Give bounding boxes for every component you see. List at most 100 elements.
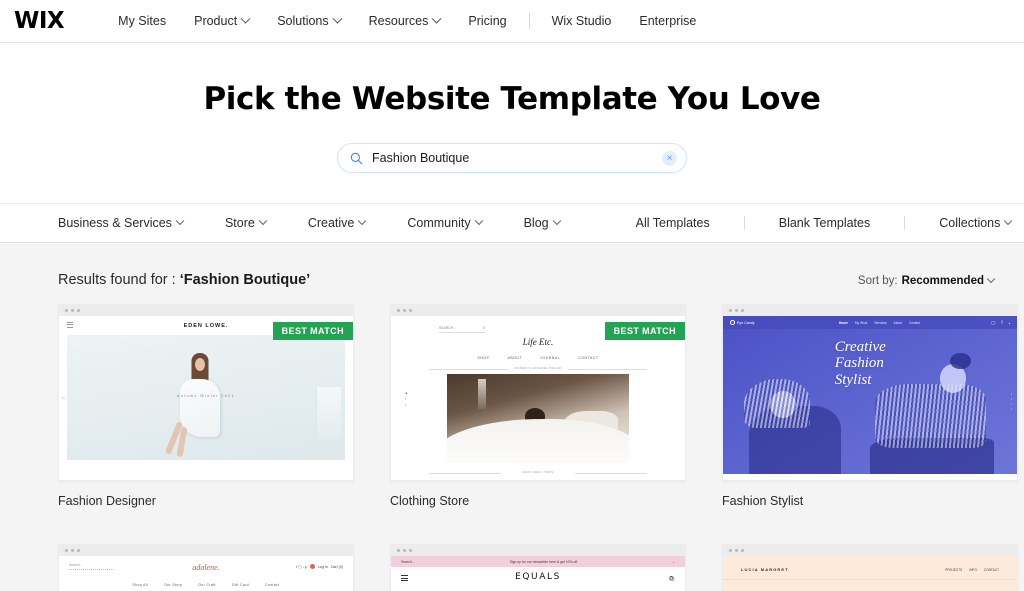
template-thumbnail[interactable]: BEST MATCH EDEN LOWE. Subscribe ◉	[58, 304, 354, 481]
preview-nav-item: Gift Card	[231, 583, 249, 587]
chrome-dot	[729, 549, 732, 552]
browser-chrome-bar	[723, 305, 1017, 316]
template-card-lucia-margret[interactable]: LUCIA MARGRET PROJECTS INFO CONTACT I'm …	[722, 544, 1018, 591]
template-preview: Search... Sign up for our newsletter her…	[391, 556, 685, 591]
nav-item-label: Pricing	[468, 14, 507, 28]
search-icon: ⚲	[482, 326, 485, 330]
template-thumbnail[interactable]: Search... adalene. f ▢ 𝅗 p Log In Cart (…	[58, 544, 354, 591]
browser-chrome-bar	[723, 545, 1017, 556]
preview-brand: LUCIA MARGRET	[741, 567, 789, 572]
results-query: ‘Fashion Boutique’	[179, 272, 311, 288]
nav-item-solutions[interactable]: Solutions	[263, 13, 354, 28]
sort-by-dropdown[interactable]: Sort by: Recommended	[858, 274, 996, 287]
wix-logo[interactable]: WIX	[14, 9, 65, 33]
chrome-dot	[729, 309, 732, 312]
search-icon	[350, 152, 363, 164]
category-collections[interactable]: Collections	[905, 216, 1024, 230]
category-filters-right: All Templates Blank Templates Collection…	[602, 216, 1024, 230]
preview-nav-item: JOURNAL	[540, 356, 561, 360]
browser-chrome-bar	[391, 545, 685, 556]
chevron-down-icon	[258, 216, 268, 226]
preview-nav-item: Home	[838, 320, 848, 325]
template-card-adalene[interactable]: Search... adalene. f ▢ 𝅗 p Log In Cart (…	[58, 544, 354, 591]
preview-footer-label: FEATURED ITEMS	[522, 470, 554, 474]
chevron-down-icon	[552, 216, 561, 226]
page-title: Pick the Website Template You Love	[203, 81, 821, 117]
results-prefix: Results found for :	[58, 272, 180, 288]
preview-nav-item: PROJECTS	[945, 567, 963, 572]
preview-nav-item: CONTACT	[578, 356, 599, 360]
template-thumbnail[interactable]: LUCIA MARGRET PROJECTS INFO CONTACT I'm …	[722, 544, 1018, 591]
category-all-templates[interactable]: All Templates	[602, 216, 744, 230]
preview-announcement-bar: Search... Sign up for our newsletter her…	[391, 556, 685, 567]
nav-item-label: Enterprise	[639, 14, 697, 28]
chrome-dot	[397, 309, 400, 312]
clear-search-button[interactable]: ×	[662, 150, 677, 166]
results-area: Results found for : ‘Fashion Boutique’ S…	[0, 243, 1024, 591]
template-card-fashion-stylist[interactable]: Eye Candy Home My Work Services About Co…	[722, 304, 1018, 508]
template-card-clothing-store[interactable]: BEST MATCH SEARCH... ⚲ ● ☖ □ ■ Life Etc.…	[390, 304, 686, 508]
template-preview: Search... adalene. f ▢ 𝅗 p Log In Cart (…	[59, 556, 353, 591]
chrome-dot	[735, 309, 738, 312]
facebook-icon: f	[1001, 319, 1003, 325]
best-match-badge: BEST MATCH	[604, 322, 685, 340]
nav-item-resources[interactable]: Resources	[355, 13, 455, 28]
nav-item-my-sites[interactable]: My Sites	[104, 14, 180, 28]
results-header: Results found for : ‘Fashion Boutique’ S…	[58, 243, 996, 304]
nav-divider	[528, 13, 530, 29]
preview-tagline: WOMEN'S APPAREL BRAND	[514, 366, 562, 370]
category-blog[interactable]: Blog	[524, 216, 561, 230]
template-preview: Eye Candy Home My Work Services About Co…	[723, 316, 1017, 480]
preview-nav-item: Our Story	[164, 583, 183, 587]
chevron-down-icon: ⌄	[672, 559, 675, 564]
chrome-dot	[409, 549, 412, 552]
category-community[interactable]: Community	[407, 216, 483, 230]
search-input[interactable]	[363, 151, 662, 165]
preview-headline-line: Stylist	[834, 371, 872, 388]
category-label: Blank Templates	[778, 216, 871, 230]
preview-nav: SHOP ABOUT JOURNAL CONTACT	[391, 356, 685, 360]
preview-slide-dots: ▪ ▪ ▪ ▪	[1010, 392, 1012, 412]
category-creative[interactable]: Creative	[308, 216, 367, 230]
chevron-down-icon	[332, 13, 343, 24]
twitter-icon: 𝅗	[1008, 319, 1010, 325]
category-filter-bar: Business & Services Store Creative Commu…	[0, 203, 1024, 243]
template-thumbnail[interactable]: BEST MATCH SEARCH... ⚲ ● ☖ □ ■ Life Etc.…	[390, 304, 686, 481]
preview-nav-item: Our Craft	[198, 583, 216, 587]
category-label: All Templates	[635, 216, 710, 230]
chevron-down-icon	[175, 216, 185, 226]
nav-item-pricing[interactable]: Pricing	[454, 14, 520, 28]
template-card-fashion-designer[interactable]: BEST MATCH EDEN LOWE. Subscribe ◉	[58, 304, 354, 508]
preview-caption: Autumn Winter 2021	[177, 393, 235, 398]
nav-item-label: Product	[194, 14, 238, 28]
category-business-services[interactable]: Business & Services	[58, 216, 185, 230]
results-found-text: Results found for : ‘Fashion Boutique’	[58, 272, 310, 288]
chrome-dot	[735, 549, 738, 552]
template-grid: BEST MATCH EDEN LOWE. Subscribe ◉	[58, 304, 1018, 591]
preview-nav-item: About	[893, 320, 902, 325]
nav-item-product[interactable]: Product	[180, 13, 263, 28]
search-bar[interactable]: ×	[337, 143, 687, 173]
category-filters-left: Business & Services Store Creative Commu…	[58, 216, 602, 230]
preview-brand: adalene.	[192, 563, 220, 572]
template-card-equals[interactable]: Search... Sign up for our newsletter her…	[390, 544, 686, 591]
preview-search-label: SEARCH...	[439, 326, 456, 330]
chrome-dot	[65, 549, 68, 552]
preview-headline-line: Creative	[834, 339, 886, 356]
template-name: Fashion Designer	[58, 494, 156, 508]
chrome-dot	[403, 309, 406, 312]
nav-item-label: Solutions	[277, 14, 329, 28]
category-store[interactable]: Store	[225, 216, 268, 230]
category-blank-templates[interactable]: Blank Templates	[745, 216, 905, 230]
template-thumbnail[interactable]: Search... Sign up for our newsletter her…	[390, 544, 686, 591]
template-preview: LUCIA MARGRET PROJECTS INFO CONTACT I'm …	[723, 556, 1017, 591]
preview-nav-item: SHOP	[477, 356, 490, 360]
preview-footer-rule: FEATURED ITEMS	[429, 470, 647, 478]
hero-section: Pick the Website Template You Love ×	[0, 43, 1024, 203]
nav-item-wix-studio[interactable]: Wix Studio	[538, 14, 626, 28]
browser-chrome-bar	[59, 545, 353, 556]
nav-item-enterprise[interactable]: Enterprise	[625, 14, 710, 28]
template-thumbnail[interactable]: Eye Candy Home My Work Services About Co…	[722, 304, 1018, 481]
chrome-dot	[71, 549, 74, 552]
nav-item-label: Wix Studio	[551, 14, 612, 28]
